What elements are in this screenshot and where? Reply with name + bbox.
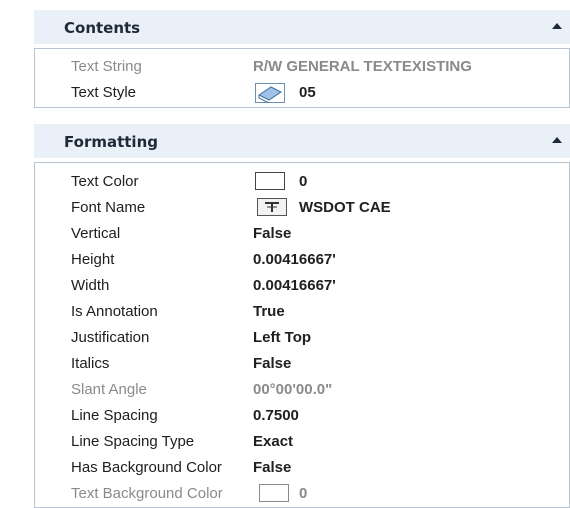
property-value: 00°00'00.0" bbox=[253, 381, 333, 398]
contents-section-header[interactable]: Contents bbox=[34, 10, 570, 44]
property-value: True bbox=[253, 303, 285, 320]
property-label: Justification bbox=[71, 329, 150, 346]
property-label: Text Color bbox=[71, 173, 139, 190]
property-label: Italics bbox=[71, 355, 110, 372]
property-value: 0 bbox=[299, 173, 308, 190]
property-value: 05 bbox=[299, 84, 316, 101]
formatting-property-grid: Text Color 0 Font Name WSDOT CAE Vertica… bbox=[34, 162, 570, 508]
property-label: Text String bbox=[71, 58, 142, 75]
property-row-is-annotation[interactable]: Is Annotation True bbox=[35, 299, 569, 325]
property-label: Is Annotation bbox=[71, 303, 158, 320]
text-style-icon bbox=[255, 83, 285, 103]
property-row-text-string[interactable]: Text String R/W GENERAL TEXTEXISTING bbox=[35, 54, 569, 80]
contents-property-grid: Text String R/W GENERAL TEXTEXISTING Tex… bbox=[34, 48, 570, 108]
property-value: 0.7500 bbox=[253, 407, 299, 424]
formatting-section-title: Formatting bbox=[64, 133, 158, 151]
property-value: 0 bbox=[299, 485, 308, 502]
chevron-up-icon[interactable] bbox=[550, 133, 564, 147]
property-label: Has Background Color bbox=[71, 459, 222, 476]
property-row-text-style[interactable]: Text Style 05 bbox=[35, 80, 569, 106]
property-label: Line Spacing bbox=[71, 407, 158, 424]
property-label: Height bbox=[71, 251, 115, 268]
property-row-slant-angle[interactable]: Slant Angle 00°00'00.0" bbox=[35, 377, 569, 403]
property-row-justification[interactable]: Justification Left Top bbox=[35, 325, 569, 351]
property-row-height[interactable]: Height 0.00416667' bbox=[35, 247, 569, 273]
property-row-italics[interactable]: Italics False bbox=[35, 351, 569, 377]
property-label: Slant Angle bbox=[71, 381, 147, 398]
property-value: 0.00416667' bbox=[253, 251, 336, 268]
property-row-text-color[interactable]: Text Color 0 bbox=[35, 169, 569, 195]
property-label: Line Spacing Type bbox=[71, 433, 195, 450]
property-row-line-spacing-type[interactable]: Line Spacing Type Exact bbox=[35, 429, 569, 455]
property-value: False bbox=[253, 459, 292, 476]
property-row-width[interactable]: Width 0.00416667' bbox=[35, 273, 569, 299]
property-row-has-background-color[interactable]: Has Background Color False bbox=[35, 455, 569, 481]
property-value: Left Top bbox=[253, 329, 312, 346]
property-label: Font Name bbox=[71, 199, 146, 216]
properties-panel: Contents Text String R/W GENERAL TEXTEXI… bbox=[0, 0, 570, 508]
property-value: False bbox=[253, 355, 292, 372]
color-swatch[interactable] bbox=[259, 484, 289, 502]
property-value: 0.00416667' bbox=[253, 277, 336, 294]
property-label: Vertical bbox=[71, 225, 121, 242]
property-row-text-background-color[interactable]: Text Background Color 0 bbox=[35, 481, 569, 507]
property-row-font-name[interactable]: Font Name WSDOT CAE bbox=[35, 195, 569, 221]
property-label: Width bbox=[71, 277, 110, 294]
property-row-line-spacing[interactable]: Line Spacing 0.7500 bbox=[35, 403, 569, 429]
formatting-section-header[interactable]: Formatting bbox=[34, 124, 570, 158]
property-row-vertical[interactable]: Vertical False bbox=[35, 221, 569, 247]
color-swatch[interactable] bbox=[255, 172, 285, 190]
property-label: Text Style bbox=[71, 84, 137, 101]
property-value: Exact bbox=[253, 433, 294, 450]
contents-section-title: Contents bbox=[64, 19, 141, 37]
property-value: False bbox=[253, 225, 292, 242]
font-icon bbox=[257, 198, 287, 216]
property-value: R/W GENERAL TEXTEXISTING bbox=[253, 58, 472, 75]
property-value: WSDOT CAE bbox=[299, 199, 391, 216]
property-label: Text Background Color bbox=[71, 485, 223, 502]
chevron-up-icon[interactable] bbox=[550, 19, 564, 33]
